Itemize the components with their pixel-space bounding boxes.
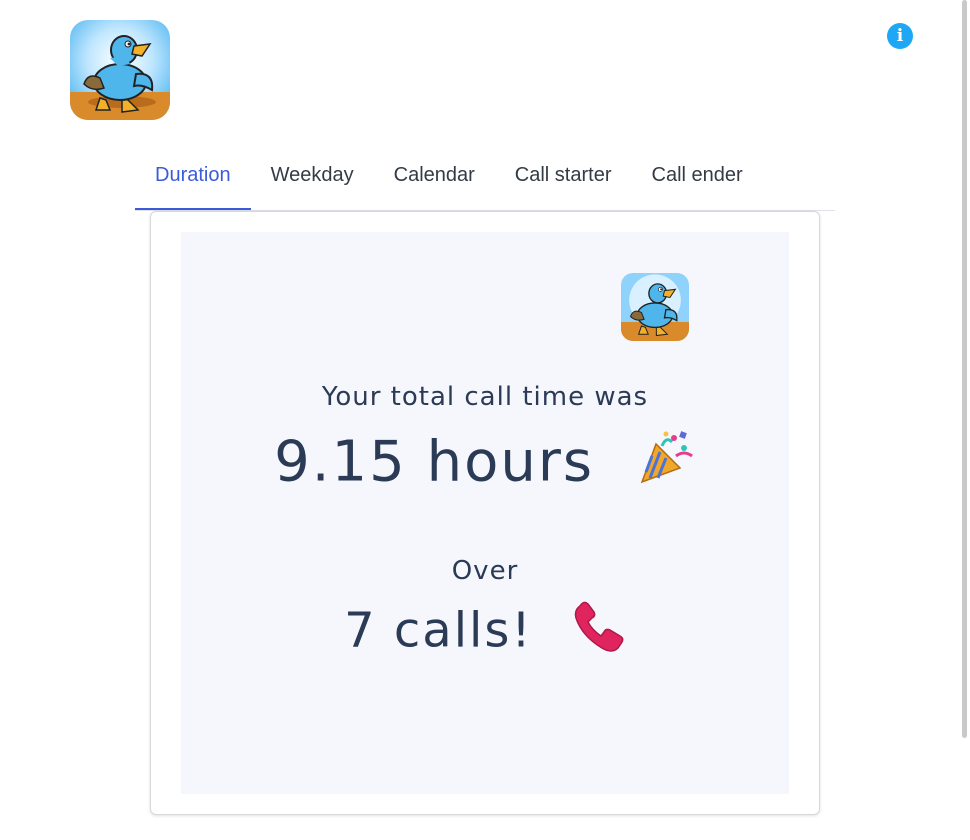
tab-call-ender[interactable]: Call ender [632, 150, 763, 210]
tab-duration[interactable]: Duration [135, 150, 251, 210]
scrollbar[interactable] [962, 0, 967, 738]
calls-value: 7 calls! [344, 602, 533, 659]
over-label: Over [451, 556, 519, 586]
party-popper-icon [636, 428, 696, 503]
telephone-receiver-icon [572, 600, 626, 667]
info-symbol: i [896, 26, 904, 46]
tab-call-starter[interactable]: Call starter [495, 150, 632, 210]
duration-panel: Your total call time was 9.15 hours Over… [181, 232, 789, 794]
calls-row: 7 calls! [181, 600, 789, 667]
total-call-time-row: 9.15 hours [181, 428, 789, 503]
total-call-time-value: 9.15 hours [274, 429, 595, 495]
duration-card: Your total call time was 9.15 hours Over… [150, 211, 820, 815]
duck-logo-icon [70, 20, 170, 120]
tab-bar: Duration Weekday Calendar Call starter C… [135, 150, 835, 211]
tab-calendar[interactable]: Calendar [374, 150, 495, 210]
duck-logo-icon [621, 273, 689, 341]
total-call-time-label: Your total call time was [321, 382, 649, 412]
info-icon[interactable]: i [887, 23, 913, 49]
tab-weekday[interactable]: Weekday [251, 150, 374, 210]
